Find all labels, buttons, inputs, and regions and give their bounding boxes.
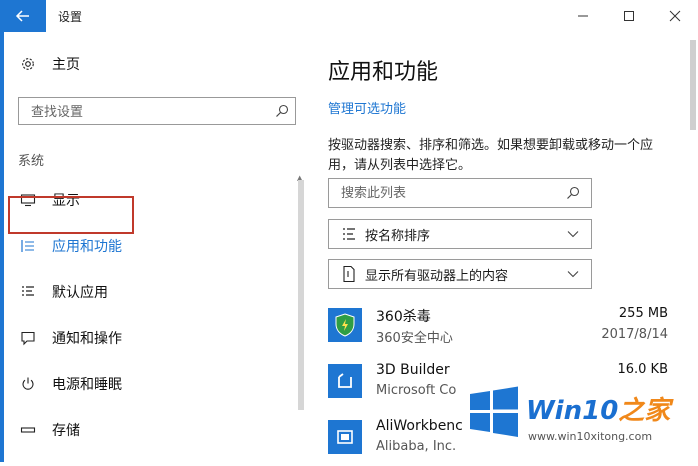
default-apps-icon: [18, 282, 38, 302]
app-size: 16.0 KB: [617, 362, 668, 377]
app-list-search-box[interactable]: [328, 178, 592, 208]
windows-logo-icon: [470, 386, 518, 437]
sidebar-item-notifications[interactable]: 通知和操作: [18, 328, 122, 348]
watermark: Win10之家 www.win10xitong.com: [462, 376, 698, 462]
search-icon[interactable]: [275, 103, 289, 122]
chevron-down-icon: [563, 270, 583, 278]
storage-icon: [18, 420, 38, 440]
360-shield-icon: [328, 308, 362, 342]
sort-list-icon: [339, 226, 359, 242]
watermark-brand-prefix: Win10: [526, 396, 619, 426]
sidebar-item-home[interactable]: 主页: [18, 54, 80, 74]
main-scrollbar[interactable]: [690, 40, 696, 130]
maximize-icon: [624, 11, 634, 21]
app-publisher: Microsoft Co: [376, 383, 457, 398]
app-name: 3D Builder: [376, 362, 450, 378]
sidebar-item-label: 应用和功能: [52, 239, 122, 255]
drive-icon: [339, 265, 359, 283]
gear-icon: [18, 54, 38, 74]
title-bar: 设置: [0, 0, 698, 32]
sidebar-item-storage[interactable]: 存储: [18, 420, 80, 440]
app-list-item[interactable]: 360杀毒 360安全中心 255 MB 2017/8/14: [328, 304, 668, 354]
sidebar-item-apps-features[interactable]: 应用和功能: [18, 236, 122, 256]
search-icon[interactable]: [563, 186, 583, 200]
sidebar-item-power-sleep[interactable]: 电源和睡眠: [18, 374, 122, 394]
sidebar-item-label: 电源和睡眠: [52, 377, 122, 393]
window-title: 设置: [58, 10, 83, 24]
close-button[interactable]: [652, 0, 698, 32]
chevron-down-icon: [563, 230, 583, 238]
back-button[interactable]: [0, 0, 46, 32]
sort-dropdown[interactable]: 按名称排序: [328, 219, 592, 249]
drive-filter-label: 显示所有驱动器上的内容: [365, 268, 509, 284]
section-label-system: 系统: [18, 154, 45, 169]
app-name: 360杀毒: [376, 309, 431, 325]
maximize-button[interactable]: [606, 0, 652, 32]
app-publisher: Alibaba, Inc.: [376, 439, 457, 454]
minimize-icon: [578, 15, 588, 17]
sidebar-home-label: 主页: [52, 57, 80, 73]
app-size: 255 MB: [618, 306, 668, 321]
settings-search-input[interactable]: [29, 99, 273, 125]
sort-dropdown-label: 按名称排序: [365, 228, 431, 244]
manage-optional-features-link[interactable]: 管理可选功能: [328, 98, 406, 117]
watermark-brand-suffix: 之家: [618, 396, 671, 426]
page-title: 应用和功能: [328, 60, 439, 85]
drive-filter-dropdown[interactable]: 显示所有驱动器上的内容: [328, 259, 592, 289]
sidebar-item-label: 默认应用: [52, 285, 108, 301]
selection-highlight-box: [8, 196, 134, 234]
notification-icon: [18, 328, 38, 348]
app-date: 2017/8/14: [601, 327, 668, 342]
app-publisher: 360安全中心: [376, 331, 453, 346]
aliworkbench-icon: [328, 420, 362, 454]
sidebar: 主页 系统 显示 应用和功能 默认应用 通知和操作 电源: [4, 32, 308, 462]
minimize-button[interactable]: [560, 0, 606, 32]
watermark-url: www.win10xitong.com: [528, 430, 653, 443]
sidebar-item-label: 通知和操作: [52, 331, 122, 347]
description-text: 按驱动器搜索、排序和筛选。如果想要卸载或移动一个应用，请从列表中选择它。: [328, 138, 654, 173]
3d-builder-icon: [328, 364, 362, 398]
app-name: AliWorkbenc: [376, 418, 463, 434]
watermark-brand: Win10之家: [526, 390, 670, 427]
close-icon: [669, 10, 681, 22]
back-arrow-icon: [15, 10, 29, 22]
power-icon: [18, 374, 38, 394]
sidebar-item-label: 存储: [52, 423, 80, 439]
settings-search-box[interactable]: [18, 97, 296, 125]
sidebar-item-default-apps[interactable]: 默认应用: [18, 282, 108, 302]
sidebar-scrollbar[interactable]: [298, 180, 304, 410]
app-list-search-input[interactable]: [339, 180, 563, 206]
list-icon: [18, 236, 38, 256]
